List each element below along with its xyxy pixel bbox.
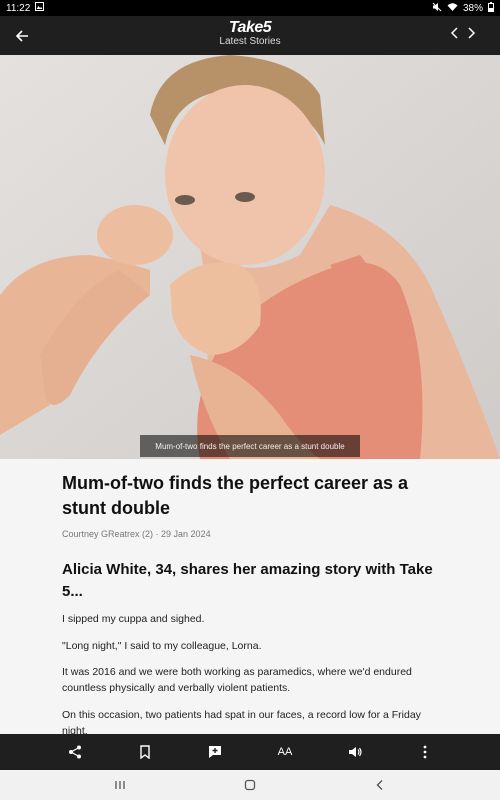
article-paragraph: "Long night," I said to my colleague, Lo… — [62, 639, 262, 652]
speaker-icon — [349, 747, 362, 757]
share-icon — [69, 745, 81, 759]
article: Mum-of-two finds the perfect career as a… — [0, 459, 500, 734]
system-back-button[interactable] — [370, 775, 390, 795]
status-battery: 38% — [462, 2, 483, 14]
read-aloud-button[interactable] — [343, 740, 367, 764]
next-story-button[interactable] — [466, 26, 476, 44]
add-comment-button[interactable] — [203, 740, 227, 764]
article-title: Mum-of-two finds the perfect career as a… — [62, 473, 409, 518]
share-button[interactable] — [63, 740, 87, 764]
header-subtitle: Latest Stories — [219, 36, 281, 47]
article-paragraph: I sipped my cuppa and sighed. — [62, 613, 205, 625]
bookmark-button[interactable] — [133, 740, 157, 764]
home-button[interactable] — [240, 775, 260, 795]
status-bar: 11:22 38% — [0, 0, 500, 16]
hero-photo — [0, 55, 500, 459]
battery-icon — [488, 1, 494, 15]
wifi-icon — [447, 2, 458, 15]
story-nav — [450, 26, 476, 44]
mute-icon — [432, 2, 442, 15]
comment-add-icon — [209, 746, 221, 758]
image-caption: Mum-of-two finds the perfect career as a… — [140, 435, 360, 457]
text-size-button[interactable]: AA — [273, 740, 297, 764]
article-toolbar: AA — [0, 734, 500, 770]
more-icon — [423, 745, 427, 759]
article-byline: Courtney GReatrex (2) · 29 Jan 2024 — [62, 529, 211, 539]
home-icon — [244, 779, 256, 791]
chevron-right-icon — [468, 27, 476, 39]
brand: Take5 Latest Stories — [0, 20, 500, 48]
gallery-notification-icon — [35, 2, 45, 14]
text-size-icon: AA — [277, 746, 293, 758]
chevron-left-icon — [450, 27, 458, 39]
article-paragraph: It was 2016 and we were both working as … — [62, 666, 412, 694]
article-paragraph: On this occasion, two patients had spat … — [62, 708, 421, 735]
bookmark-icon — [140, 745, 150, 759]
back-chevron-icon — [376, 780, 383, 790]
hero-image[interactable]: Mum-of-two finds the perfect career as a… — [0, 55, 500, 459]
brand-logo: Take5 — [228, 19, 272, 36]
article-standfirst: Alicia White, 34, shares her amazing sto… — [62, 561, 433, 600]
app-bar: Take5 Latest Stories — [0, 16, 500, 55]
more-options-button[interactable] — [413, 740, 437, 764]
recent-apps-button[interactable] — [110, 775, 130, 795]
recent-apps-icon — [115, 781, 125, 789]
status-time: 11:22 — [6, 2, 31, 14]
system-nav-bar — [0, 770, 500, 800]
previous-story-button[interactable] — [450, 26, 460, 44]
